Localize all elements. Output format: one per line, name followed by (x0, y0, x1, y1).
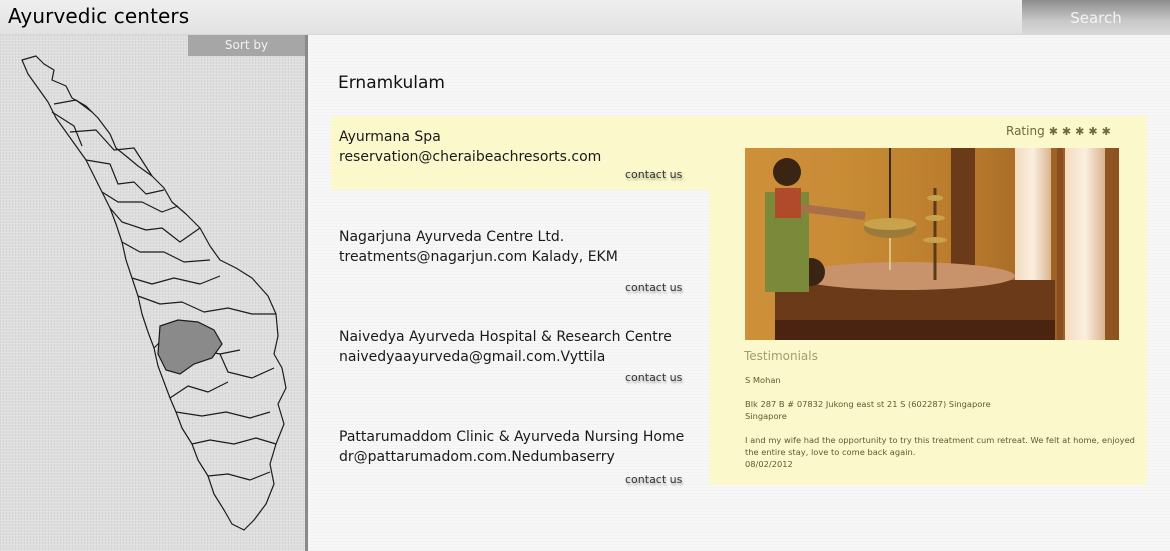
center-email: treatments@nagarjun.com Kalady, EKM (339, 249, 618, 265)
treatment-photo (745, 148, 1119, 340)
center-email: naivedyaayurveda@gmail.com.Vyttila (339, 349, 606, 365)
district-border (121, 241, 211, 263)
district-border (191, 437, 277, 445)
rating: Rating ✱✱✱✱✱ (1006, 124, 1115, 138)
search-button[interactable]: Search (1022, 0, 1170, 34)
testimonial-date: 08/02/2012 (745, 459, 793, 469)
district-border (101, 191, 179, 213)
kerala-district-map (21, 55, 287, 531)
contact-us-link[interactable]: contact us (625, 371, 682, 384)
contact-us-link[interactable]: contact us (625, 281, 682, 294)
district-border (131, 275, 221, 285)
center-card[interactable]: Nagarjuna Ayurveda Centre Ltd. treatment… (331, 220, 709, 310)
center-email: dr@pattarumadom.com.Nedumbaserry (339, 449, 615, 465)
district-title: Ernamkulam (338, 73, 445, 93)
district-border (169, 381, 229, 399)
center-name: Pattarumaddom Clinic & Ayurveda Nursing … (339, 429, 685, 445)
contact-us-link[interactable]: contact us (625, 168, 682, 181)
district-border (175, 411, 271, 419)
center-card[interactable]: Pattarumaddom Clinic & Ayurveda Nursing … (331, 420, 709, 500)
rating-stars: ✱✱✱✱✱ (1048, 125, 1115, 138)
center-card[interactable]: Naivedya Ayurveda Hospital & Research Ce… (331, 320, 709, 400)
testimonial-text: I and my wife had the opportunity to try… (745, 435, 1135, 457)
testimonial-author: S Mohan (745, 375, 781, 385)
kerala-outline (21, 55, 287, 531)
district-border (51, 111, 83, 147)
top-bar: Ayurvedic centers Search (0, 0, 1170, 35)
district-ernakulam-highlight (157, 319, 223, 375)
testimonial-address-country: Singapore (745, 411, 787, 421)
contact-us-link[interactable]: contact us (625, 473, 682, 486)
rating-label: Rating (1006, 124, 1045, 138)
app-title: Ayurvedic centers (8, 4, 190, 28)
center-name: Nagarjuna Ayurveda Centre Ltd. (339, 229, 565, 245)
district-border (219, 353, 275, 379)
testimonial-address: Blk 287 B # 07832 Jukong east st 21 S (6… (745, 399, 991, 409)
district-border (109, 207, 201, 243)
center-name: Naivedya Ayurveda Hospital & Research Ce… (339, 329, 672, 345)
center-email: reservation@cheraibeachresorts.com (339, 149, 602, 165)
testimonials-heading: Testimonials (744, 349, 818, 363)
district-border (207, 471, 271, 481)
district-border (137, 295, 276, 315)
center-name: Ayurmana Spa (339, 129, 441, 145)
center-card-selected[interactable]: Ayurmana Spa reservation@cheraibeachreso… (331, 116, 709, 190)
